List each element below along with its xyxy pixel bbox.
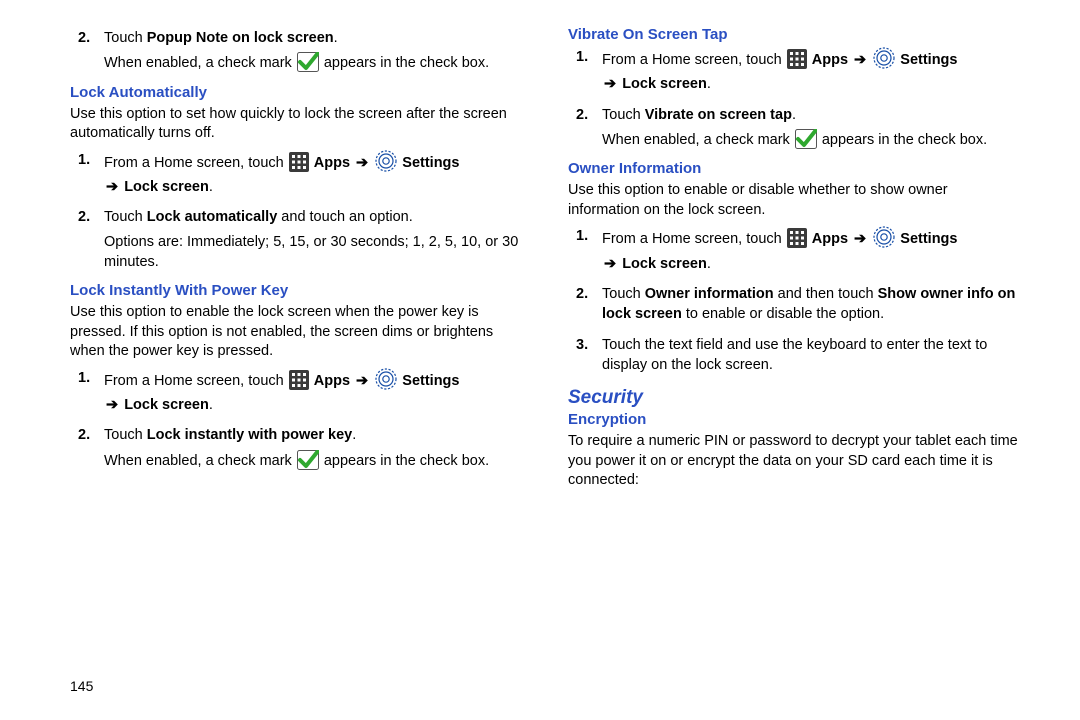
list-item: From a Home screen, touch Apps ➔ Setting… <box>568 226 1020 274</box>
apps-icon <box>289 370 309 390</box>
paragraph: Use this option to enable or disable whe… <box>568 181 1020 220</box>
arrow-icon: ➔ <box>104 179 124 195</box>
list-item: Touch Popup Note on lock screen. When en… <box>70 28 522 74</box>
list-item: Touch Lock automatically and touch an op… <box>70 207 522 272</box>
arrow-icon: ➔ <box>848 52 872 68</box>
settings-icon <box>873 47 895 69</box>
paragraph: Use this option to enable the lock scree… <box>70 303 522 362</box>
checkmark-icon <box>795 129 817 149</box>
checkmark-icon <box>297 450 319 470</box>
list-item: Touch Lock instantly with power key. Whe… <box>70 425 522 471</box>
arrow-icon: ➔ <box>602 76 622 92</box>
arrow-icon: ➔ <box>104 397 124 413</box>
arrow-icon: ➔ <box>848 231 872 247</box>
popup-note-steps: Touch Popup Note on lock screen. When en… <box>70 28 522 74</box>
lock-power-steps: From a Home screen, touch Apps ➔ Setting… <box>70 368 522 471</box>
apps-icon <box>289 152 309 172</box>
step-text: . <box>334 30 338 46</box>
list-item: Touch Vibrate on screen tap. When enable… <box>568 105 1020 151</box>
step-bold: Popup Note on lock screen <box>147 30 334 46</box>
heading-lock-automatically: Lock Automatically <box>70 84 522 101</box>
heading-owner-info: Owner Information <box>568 160 1020 177</box>
step-subtext: When enabled, a check mark appears in th… <box>104 450 522 471</box>
heading-vibrate: Vibrate On Screen Tap <box>568 26 1020 43</box>
lock-auto-steps: From a Home screen, touch Apps ➔ Setting… <box>70 150 522 272</box>
heading-lock-power-key: Lock Instantly With Power Key <box>70 282 522 299</box>
vibrate-steps: From a Home screen, touch Apps ➔ Setting… <box>568 47 1020 150</box>
list-item: Touch the text field and use the keyboar… <box>568 335 1020 376</box>
apps-icon <box>787 49 807 69</box>
paragraph: Use this option to set how quickly to lo… <box>70 105 522 144</box>
arrow-icon: ➔ <box>350 155 374 171</box>
list-item: From a Home screen, touch Apps ➔ Setting… <box>70 150 522 198</box>
list-item: From a Home screen, touch Apps ➔ Setting… <box>568 47 1020 95</box>
manual-page: Touch Popup Note on lock screen. When en… <box>0 0 1080 720</box>
heading-encryption: Encryption <box>568 411 1020 428</box>
list-item: Touch Owner information and then touch S… <box>568 284 1020 325</box>
arrow-icon: ➔ <box>350 373 374 389</box>
owner-info-steps: From a Home screen, touch Apps ➔ Setting… <box>568 226 1020 375</box>
step-subtext: When enabled, a check mark appears in th… <box>104 52 522 73</box>
arrow-icon: ➔ <box>602 256 622 272</box>
apps-icon <box>787 228 807 248</box>
right-column: Vibrate On Screen Tap From a Home screen… <box>568 26 1020 710</box>
step-text: Touch <box>104 30 147 46</box>
settings-icon <box>375 150 397 172</box>
page-number: 145 <box>70 678 93 694</box>
checkmark-icon <box>297 52 319 72</box>
paragraph: To require a numeric PIN or password to … <box>568 432 1020 491</box>
settings-icon <box>375 368 397 390</box>
settings-icon <box>873 226 895 248</box>
list-item: From a Home screen, touch Apps ➔ Setting… <box>70 368 522 416</box>
left-column: Touch Popup Note on lock screen. When en… <box>70 26 522 710</box>
heading-security: Security <box>568 387 1020 409</box>
